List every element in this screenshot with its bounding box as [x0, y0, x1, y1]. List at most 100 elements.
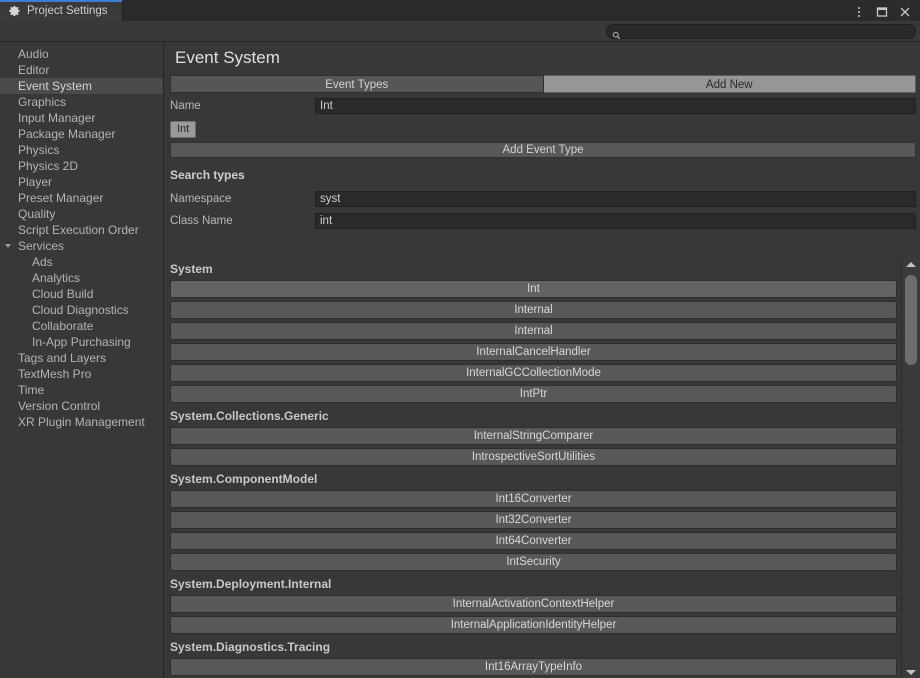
tab-project-settings[interactable]: Project Settings — [0, 0, 123, 21]
sidebar-item-label: Event System — [18, 79, 93, 93]
sidebar-item-tags-and-layers[interactable]: Tags and Layers — [0, 350, 163, 366]
search-icon — [612, 27, 621, 39]
scrollbar-track[interactable] — [905, 273, 917, 664]
sidebar-item-label: Editor — [18, 63, 50, 77]
class-name-label: Class Name — [170, 214, 233, 227]
result-group-header: System.Diagnostics.Tracing — [170, 640, 331, 654]
result-group-header: System.ComponentModel — [170, 472, 318, 486]
kebab-menu-icon[interactable] — [853, 5, 865, 17]
search-field-wrapper[interactable] — [606, 23, 916, 39]
name-label: Name — [170, 99, 201, 112]
result-row[interactable]: Int64Converter — [170, 532, 897, 550]
settings-body: Audio Editor Event System Graphics Input Man… — [0, 42, 920, 678]
sidebar-item-physics-2d[interactable]: Physics 2D — [0, 158, 163, 174]
sidebar-item-package-manager[interactable]: Package Manager — [0, 126, 163, 142]
result-row[interactable]: InternalGCCollectionMode — [170, 364, 897, 382]
result-row[interactable]: InternalStringComparer — [170, 427, 897, 445]
result-row[interactable]: Int32Converter — [170, 511, 897, 529]
sidebar-item-player[interactable]: Player — [0, 174, 163, 190]
result-row[interactable]: InternalActivationContextHelper — [170, 595, 897, 613]
scroll-up-arrow-icon[interactable] — [906, 262, 916, 267]
result-row[interactable]: Int — [170, 280, 897, 298]
result-row[interactable]: Int16Converter — [170, 490, 897, 508]
sidebar-item-label: Player — [18, 175, 53, 189]
sidebar-item-label: Audio — [18, 47, 49, 61]
sidebar-nav-list: Audio Editor Event System Graphics Input Man… — [0, 46, 163, 430]
sidebar-item-label: TextMesh Pro — [18, 367, 92, 381]
sidebar-item-script-execution-order[interactable]: Script Execution Order — [0, 222, 163, 238]
settings-sidebar: Audio Editor Event System Graphics Input Man… — [0, 42, 164, 678]
sidebar-item-textmesh-pro[interactable]: TextMesh Pro — [0, 366, 163, 382]
search-types-label: Search types — [170, 168, 245, 182]
result-row[interactable]: Internal — [170, 322, 897, 340]
result-row[interactable]: Internal — [170, 301, 897, 319]
sidebar-item-label: Quality — [18, 207, 56, 221]
sidebar-item-label: Preset Manager — [18, 191, 104, 205]
maximize-icon[interactable] — [876, 5, 888, 17]
result-row[interactable]: IntrospectiveSortUtilities — [170, 448, 897, 466]
class-name-field-row: Class Name — [165, 211, 920, 230]
sidebar-item-label: Version Control — [18, 399, 101, 413]
sidebar-item-label: Tags and Layers — [18, 351, 107, 365]
sidebar-item-label: Input Manager — [18, 111, 96, 125]
sidebar-item-cloud-diagnostics[interactable]: Cloud Diagnostics — [0, 302, 163, 318]
sidebar-item-label: XR Plugin Management — [18, 415, 145, 429]
result-group-header: System — [170, 262, 213, 276]
name-field-row: Name — [165, 96, 920, 115]
sidebar-item-label: Collaborate — [32, 319, 94, 333]
result-row[interactable]: IntSecurity — [170, 553, 897, 571]
sidebar-item-label: Package Manager — [18, 127, 116, 141]
result-row[interactable]: InternalCancelHandler — [170, 343, 897, 361]
search-input[interactable] — [621, 24, 915, 38]
sidebar-item-services[interactable]: Services — [0, 238, 163, 254]
sidebar-item-xr-plugin-management[interactable]: XR Plugin Management — [0, 414, 163, 430]
result-row[interactable]: Int16ArrayTypeInfo — [170, 658, 897, 676]
sidebar-item-physics[interactable]: Physics — [0, 142, 163, 158]
sidebar-item-label: In-App Purchasing — [32, 335, 131, 349]
search-results-list: System Int Internal Internal InternalCancelH… — [165, 259, 901, 678]
scroll-down-arrow-icon[interactable] — [906, 670, 916, 675]
scrollbar-thumb[interactable] — [905, 275, 917, 365]
results-scrollbar[interactable] — [901, 259, 920, 678]
sidebar-item-audio[interactable]: Audio — [0, 46, 163, 62]
sidebar-item-editor[interactable]: Editor — [0, 62, 163, 78]
window-tab-bar: Project Settings — [0, 0, 920, 21]
gear-icon — [9, 5, 21, 17]
tab-event-types[interactable]: Event Types — [170, 75, 544, 93]
sidebar-item-label: Graphics — [18, 95, 67, 109]
sidebar-item-analytics[interactable]: Analytics — [0, 270, 163, 286]
close-icon[interactable] — [899, 5, 911, 17]
sidebar-item-graphics[interactable]: Graphics — [0, 94, 163, 110]
sidebar-item-cloud-build[interactable]: Cloud Build — [0, 286, 163, 302]
chevron-down-icon[interactable] — [5, 244, 11, 248]
window-controls — [847, 0, 920, 21]
sidebar-item-version-control[interactable]: Version Control — [0, 398, 163, 414]
sidebar-item-time[interactable]: Time — [0, 382, 163, 398]
tab-label: Project Settings — [27, 4, 108, 17]
result-group-header: System.Collections.Generic — [170, 409, 329, 423]
namespace-label: Namespace — [170, 192, 232, 205]
sidebar-item-quality[interactable]: Quality — [0, 206, 163, 222]
sidebar-item-preset-manager[interactable]: Preset Manager — [0, 190, 163, 206]
tab-add-new[interactable]: Add New — [543, 75, 916, 93]
class-name-input[interactable] — [315, 212, 916, 229]
result-row[interactable]: InternalApplicationIdentityHelper — [170, 616, 897, 634]
namespace-input[interactable] — [315, 190, 916, 207]
settings-toolbar — [0, 21, 920, 42]
sidebar-item-label: Analytics — [32, 271, 81, 285]
sidebar-item-event-system[interactable]: Event System — [0, 78, 163, 94]
event-type-chip[interactable]: Int — [170, 121, 197, 138]
sidebar-item-input-manager[interactable]: Input Manager — [0, 110, 163, 126]
event-system-tab-strip: Event Types Add New — [170, 75, 916, 93]
sidebar-item-label: Time — [18, 383, 45, 397]
result-row[interactable]: IntPtr — [170, 385, 897, 403]
add-event-type-button[interactable]: Add Event Type — [170, 142, 916, 158]
result-group-header: System.Deployment.Internal — [170, 577, 332, 591]
sidebar-item-in-app-purchasing[interactable]: In-App Purchasing — [0, 334, 163, 350]
sidebar-item-collaborate[interactable]: Collaborate — [0, 318, 163, 334]
sidebar-item-label: Ads — [32, 255, 53, 269]
sidebar-item-ads[interactable]: Ads — [0, 254, 163, 270]
sidebar-item-label: Cloud Build — [32, 287, 94, 301]
name-input[interactable] — [315, 97, 916, 114]
settings-main-panel: Event System Event Types Add New Name Int… — [165, 42, 920, 678]
